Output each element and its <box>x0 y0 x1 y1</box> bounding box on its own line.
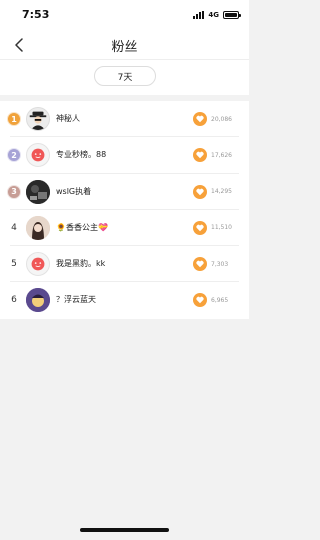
battery-icon <box>223 11 241 19</box>
signal-icon <box>193 11 205 19</box>
list-item[interactable]: 4 🌻香香公主💝 11,510 <box>10 210 239 247</box>
score-value: 7,303 <box>211 260 229 268</box>
rank-number: 5 <box>11 259 17 270</box>
status-time: 7:53 <box>22 8 50 21</box>
red-face-icon <box>26 252 50 277</box>
nav-bar: 粉丝 <box>0 30 249 60</box>
status-indicators: 4G <box>193 10 241 20</box>
score-value: 20,086 <box>211 115 232 123</box>
fan-score: 11,510 <box>193 220 235 236</box>
fan-name: 🌻香香公主💝 <box>56 222 108 232</box>
photo-avatar-icon <box>26 288 50 313</box>
rank-number: 6 <box>11 295 17 306</box>
rank-medal-gold: 1 <box>7 112 21 126</box>
photo-avatar-icon <box>26 179 50 204</box>
network-type: 4G <box>208 11 219 19</box>
fan-name: 专业秒榜。88 <box>56 150 107 160</box>
filter-bar: 7天 <box>0 60 249 95</box>
rank-medal-silver: 2 <box>7 148 21 163</box>
fan-name: 我是黑豹。kk <box>56 259 106 269</box>
fan-score: 20,086 <box>193 111 235 127</box>
rank-number: 4 <box>11 222 17 233</box>
fan-name: 神秘人 <box>56 114 80 123</box>
fan-score: 7,303 <box>193 256 235 272</box>
heart-icon <box>193 184 207 199</box>
rank-medal-bronze: 3 <box>7 184 21 199</box>
list-item[interactable]: 6 ？浮云蓝天 6,965 <box>10 282 239 318</box>
fan-score: 14,295 <box>193 184 235 200</box>
score-value: 14,295 <box>211 188 232 196</box>
heart-icon <box>193 148 207 163</box>
list-item[interactable]: 5 我是黑豹。kk 7,303 <box>10 246 239 283</box>
fan-name: wslG执着 <box>56 186 92 196</box>
fan-name: ？浮云蓝天 <box>56 295 96 305</box>
home-indicator[interactable] <box>80 528 169 532</box>
score-value: 17,626 <box>211 151 232 159</box>
photo-avatar-icon <box>26 215 50 240</box>
heart-icon <box>193 293 207 308</box>
mystery-person-icon <box>26 107 50 131</box>
score-value: 6,965 <box>211 296 229 304</box>
red-face-icon <box>26 143 50 168</box>
heart-icon <box>193 220 207 235</box>
list-item[interactable]: 1 神秘人 20,086 <box>7 101 239 138</box>
status-bar: 7:53 4G <box>0 0 249 30</box>
heart-icon <box>193 112 207 126</box>
fan-score: 6,965 <box>193 292 235 308</box>
page-title: 粉丝 <box>111 40 138 55</box>
heart-icon <box>193 257 207 272</box>
list-item[interactable]: 3 wslG执着 14,295 <box>7 174 239 210</box>
period-filter-button[interactable]: 7天 <box>94 66 156 86</box>
list-item[interactable]: 2 专业秒榜。88 17,626 <box>7 137 239 174</box>
fan-list: 1 神秘人 20,086 2 专业秒榜。88 17,626 3 wslG执着 1… <box>0 101 249 319</box>
fan-score: 17,626 <box>193 147 235 163</box>
score-value: 11,510 <box>211 224 232 232</box>
